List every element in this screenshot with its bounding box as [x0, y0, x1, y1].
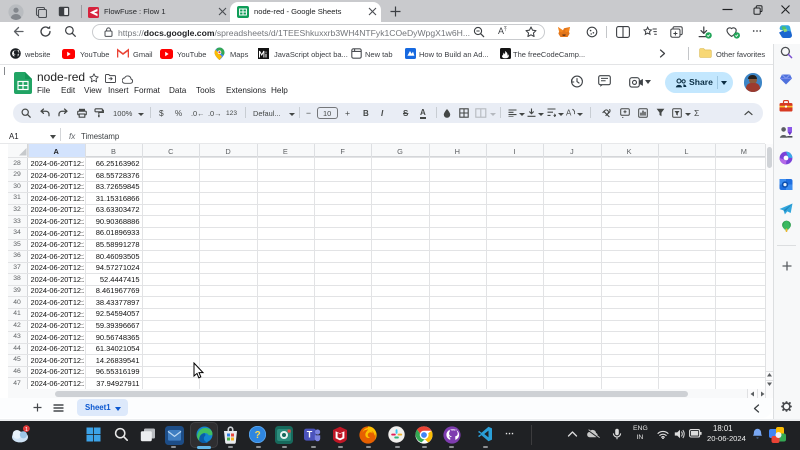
svg-text:A: A [566, 109, 572, 117]
svg-text:T: T [307, 430, 313, 440]
svg-text:?: ? [255, 430, 261, 441]
svg-text:1: 1 [25, 427, 28, 433]
